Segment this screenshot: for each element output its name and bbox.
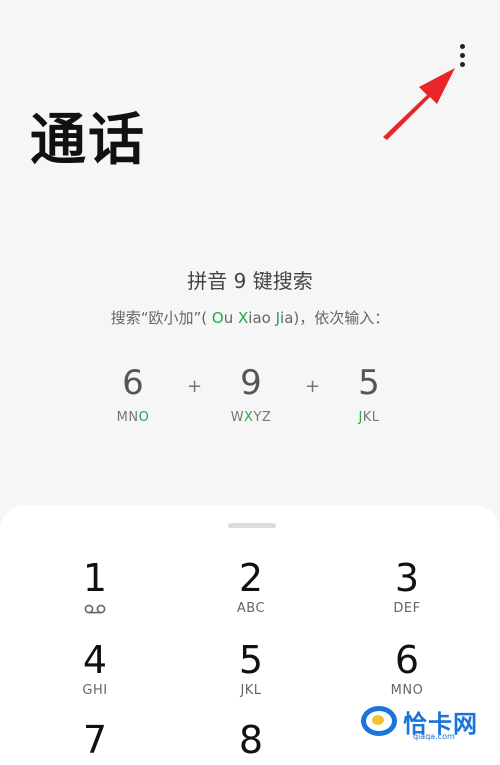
sequence-key-9: 9 WXYZ — [230, 363, 272, 425]
plus-sign: + — [187, 376, 203, 397]
page-title: 通话 — [30, 108, 146, 173]
dial-key-7[interactable]: 7 — [50, 719, 140, 761]
dial-key-8[interactable]: 8 — [206, 719, 296, 761]
dial-key-6[interactable]: 6 MNO — [362, 639, 452, 698]
dial-key-1[interactable]: 1 — [50, 557, 140, 618]
dial-key-5[interactable]: 5 JKL — [206, 639, 296, 698]
drag-handle[interactable] — [228, 523, 276, 528]
sequence-key-5: 5 JKL — [358, 363, 380, 425]
plus-sign: + — [305, 376, 321, 397]
pinyin-search-title: 拼音 9 键搜索 — [187, 269, 313, 293]
annotation-arrow-icon — [383, 68, 455, 140]
key-sequence-example: 6 MNO + 9 WXYZ + 5 JKL — [0, 362, 500, 432]
dial-key-3[interactable]: 3 DEF — [362, 557, 452, 616]
watermark-logo: 恰卡网 qiaqa.com — [355, 702, 500, 743]
dial-key-4[interactable]: 4 GHI — [50, 639, 140, 698]
sequence-key-6: 6 MNO — [116, 363, 150, 425]
voicemail-icon — [50, 599, 140, 618]
pinyin-search-hint: 搜索“欧小加”( Ou Xiao Jia)，依次输入： — [110, 309, 390, 327]
dial-key-2[interactable]: 2 ABC — [206, 557, 296, 616]
